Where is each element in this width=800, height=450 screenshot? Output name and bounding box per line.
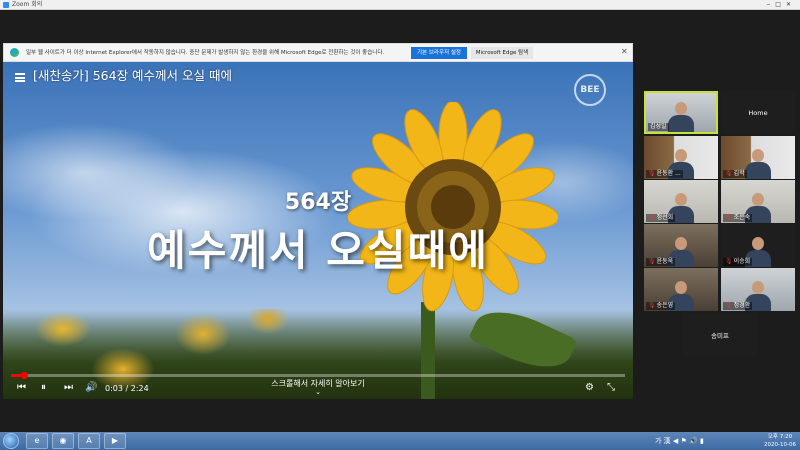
ie-notification-bar: 일부 웹 사이트가 더 이상 Internet Explorer에서 작동하지 … <box>3 43 633 62</box>
hymn-number: 564장 <box>284 190 352 215</box>
taskbar-clock[interactable]: 오후 7:20 2020-10-06 <box>762 433 798 449</box>
chevron-down-icon[interactable]: ⌄ <box>3 388 633 396</box>
video-progress-bar[interactable] <box>11 372 625 379</box>
participant-name: 🎙정선희 <box>646 214 676 222</box>
participant-name: 🎙정경환 <box>723 302 753 310</box>
maximize-icon[interactable]: □ <box>775 1 786 8</box>
minimize-icon[interactable]: ‒ <box>766 1 775 8</box>
open-edge-button[interactable]: Microsoft Edge 탐색 <box>471 47 533 59</box>
participant-tile[interactable]: 🎙송은영 <box>644 268 718 311</box>
participant-name: 🎙이승희 <box>723 258 753 266</box>
window-controls: ‒□✕ <box>766 0 796 10</box>
system-tray[interactable]: 가 漢 ◀ ⚑ 🔊 ▮ <box>655 435 704 447</box>
participant-name-text: 김성일 <box>650 123 667 130</box>
tray-icons[interactable]: ◀ ⚑ 🔊 ▮ <box>673 437 704 445</box>
participant-tile[interactable]: 🎙윤동욱 <box>644 224 718 267</box>
clock-date: 2020-10-06 <box>764 442 796 448</box>
participant-tile[interactable]: 송미프 <box>683 313 757 356</box>
muted-mic-icon: 🎙 <box>648 170 656 177</box>
participant-name-text: 윤동환 ... <box>656 170 681 177</box>
internet-explorer-icon[interactable]: e <box>26 433 48 449</box>
participant-name: 🎙김학 <box>723 170 747 178</box>
participant-name: 김성일 <box>648 123 669 131</box>
participant-name: 🎙조은숙 <box>723 214 753 222</box>
close-banner-icon[interactable]: ✕ <box>621 46 628 58</box>
participant-tile[interactable]: Home <box>721 91 795 134</box>
playlist-icon[interactable] <box>15 73 25 82</box>
participant-tile[interactable]: 🎙김학 <box>721 136 795 179</box>
hymn-title: 예수께서 오실때에 <box>147 226 489 275</box>
muted-mic-icon: 🎙 <box>648 302 656 309</box>
muted-mic-icon: 🎙 <box>648 214 656 221</box>
muted-mic-icon: 🎙 <box>725 302 733 309</box>
participant-name-text: 이승희 <box>733 258 751 265</box>
time-total: 2:24 <box>130 384 149 393</box>
participant-name-text: 조은숙 <box>733 214 751 221</box>
close-window-icon[interactable]: ✕ <box>786 1 796 8</box>
zoom-taskbar-icon[interactable]: ▶ <box>104 433 126 449</box>
acrobat-icon[interactable]: A <box>78 433 100 449</box>
window-title: Zoom 회의 <box>12 1 43 8</box>
set-default-browser-button[interactable]: 기본 브라우저 설정 <box>411 47 467 59</box>
participant-name-text: 김학 <box>733 170 745 177</box>
participant-tile[interactable]: 🎙조은숙 <box>721 180 795 223</box>
participant-tile[interactable]: 김성일 <box>644 91 718 134</box>
next-icon[interactable]: ⏭ <box>64 382 73 394</box>
clock-time: 오후 7:20 <box>767 434 793 440</box>
participant-name: 🎙윤동욱 <box>646 258 676 266</box>
shared-video-player[interactable]: [새찬송가] 564장 예수께서 오실 때에 BEE 564장 예수께서 오실때… <box>3 62 633 399</box>
start-button[interactable] <box>3 433 19 449</box>
video-title[interactable]: [새찬송가] 564장 예수께서 오실 때에 <box>33 67 232 85</box>
edge-icon <box>10 48 19 57</box>
participant-name: 🎙윤동환 ... <box>646 170 683 178</box>
window-titlebar: Zoom 회의 ‒□✕ <box>0 0 800 10</box>
zoom-app-icon <box>3 2 9 8</box>
participant-video <box>668 100 694 132</box>
exit-fullscreen-icon[interactable]: ⤡ <box>607 382 615 394</box>
participant-video <box>745 147 771 179</box>
participant-name-text: 윤동욱 <box>656 258 674 265</box>
ie-notification-message: 일부 웹 사이트가 더 이상 Internet Explorer에서 작동하지 … <box>26 50 385 56</box>
windows-taskbar: e ◉ A ▶ 가 漢 ◀ ⚑ 🔊 ▮ 오후 7:20 2020-10-06 <box>0 432 800 450</box>
participant-name: 🎙송은영 <box>646 302 676 310</box>
participant-tile[interactable]: 🎙정선희 <box>644 180 718 223</box>
chrome-icon[interactable]: ◉ <box>52 433 74 449</box>
participant-name: Home <box>748 108 768 117</box>
video-controls: 스크롤해서 자세히 알아보기 ⌄ ⏮ ⏸ ⏭ 🔊 0:03 / 2:24 ⚙ ⤡ <box>3 378 633 399</box>
previous-icon[interactable]: ⏮ <box>17 382 26 394</box>
participant-name-text: 송은영 <box>656 302 674 309</box>
participant-name-text: 정경환 <box>733 302 751 309</box>
participant-name: 송미프 <box>711 331 729 340</box>
pause-icon[interactable]: ⏸ <box>41 382 46 394</box>
muted-mic-icon: 🎙 <box>725 258 733 265</box>
ime-indicator[interactable]: 가 漢 <box>655 437 671 445</box>
muted-mic-icon: 🎙 <box>648 258 656 265</box>
muted-mic-icon: 🎙 <box>725 214 733 221</box>
participant-tile[interactable]: 🎙윤동환 ... <box>644 136 718 179</box>
channel-logo[interactable]: BEE <box>574 74 606 106</box>
video-time: 0:03 / 2:24 <box>105 384 149 393</box>
volume-icon[interactable]: 🔊 <box>85 382 97 394</box>
settings-gear-icon[interactable]: ⚙ <box>585 382 594 394</box>
time-current: 0:03 <box>105 384 123 393</box>
participant-name-text: 정선희 <box>656 214 674 221</box>
participant-tile[interactable]: 🎙정경환 <box>721 268 795 311</box>
muted-mic-icon: 🎙 <box>725 170 733 177</box>
participant-tile[interactable]: 🎙이승희 <box>721 224 795 267</box>
